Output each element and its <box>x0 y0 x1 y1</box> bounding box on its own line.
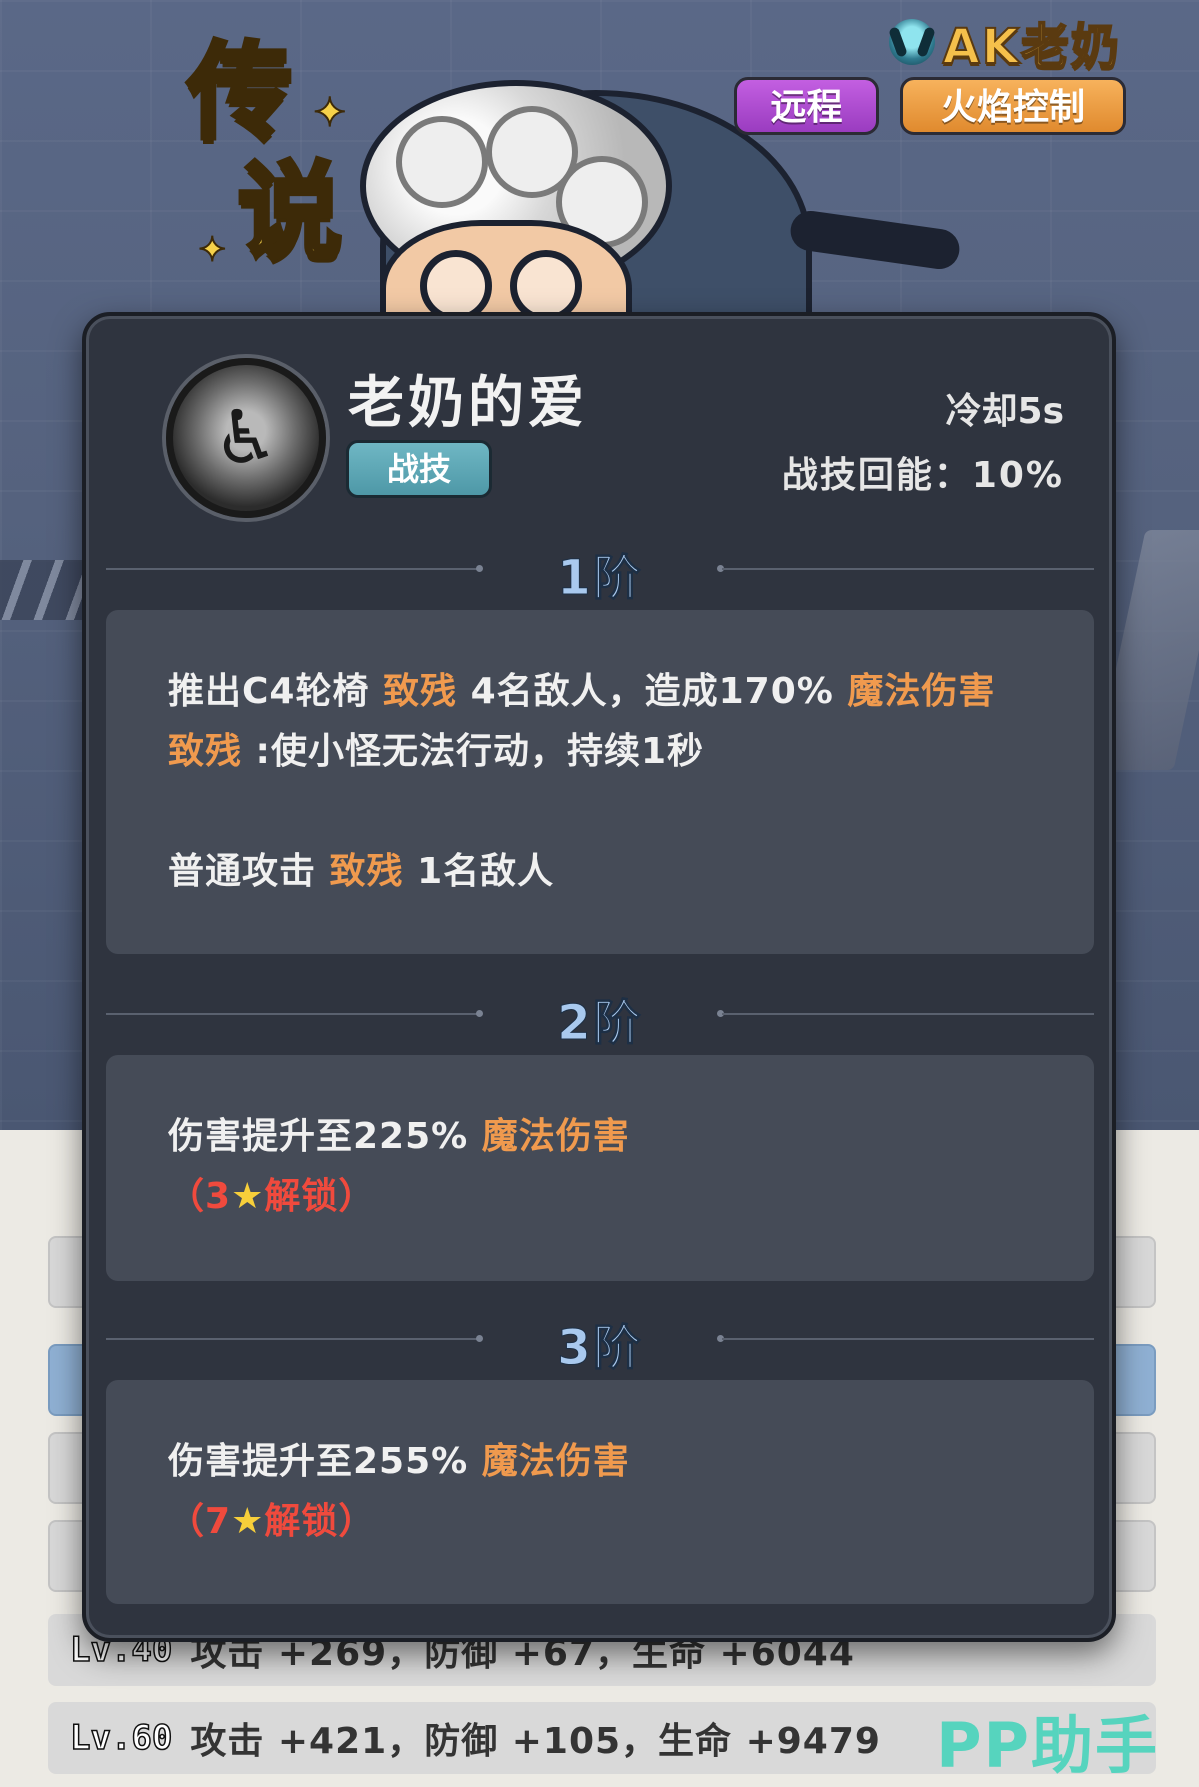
tier-box: 伤害提升至225% 魔法伤害 （3★解锁） <box>106 1055 1094 1281</box>
hero-header: AK老奶 <box>888 12 1121 76</box>
tier-box: 推出C4轮椅 致残 4名敌人，造成170% 魔法伤害 致残 :使小怪无法行动，持续… <box>106 610 1094 954</box>
tag-ranged: 远程 <box>734 77 879 135</box>
tier-description-line: 伤害提升至225% 魔法伤害 <box>168 1107 1032 1167</box>
text-segment: 伤害提升至255% <box>168 1441 482 1482</box>
unlock-requirement: （3 <box>168 1176 232 1217</box>
tier-description-line <box>168 782 1032 842</box>
tier-label: 1阶 <box>557 550 643 607</box>
hair-curl <box>396 116 488 208</box>
keyword-highlight: 致残 <box>168 731 243 772</box>
keyword-highlight: 致残 <box>383 671 458 712</box>
tier-description-line: 推出C4轮椅 致残 4名敌人，造成170% 魔法伤害 <box>168 662 1032 722</box>
level-label: Lv.60 <box>69 1717 173 1759</box>
skill-energy: 战技回能：10% <box>782 446 1064 498</box>
text-segment: :使小怪无法行动，持续1秒 <box>242 731 704 772</box>
keyword-highlight: 魔法伤害 <box>481 1441 630 1482</box>
skill-detail-popup[interactable]: ♿ 老奶的爱 战技 冷却5s 战技回能：10% 1阶 推出C4轮椅 致残 4名敌… <box>82 312 1116 1642</box>
unlock-requirement: 解锁） <box>264 1501 376 1542</box>
wheelchair-glyph: ♿ <box>212 395 280 481</box>
text-segment: 伤害提升至225% <box>168 1116 482 1157</box>
sparkle-icon: ✦ <box>312 89 347 137</box>
energy-value: 10% <box>971 455 1064 496</box>
level-stats: 攻击 +421，防御 +105，生命 +9479 <box>190 1721 881 1762</box>
star-icon: ★ <box>231 1176 265 1217</box>
energy-label: 战技回能： <box>781 455 972 496</box>
tier-description-line: 普通攻击 致残 1名敌人 <box>168 842 1032 902</box>
keyword-highlight: 魔法伤害 <box>847 671 996 712</box>
divider <box>722 568 1094 570</box>
skill-name: 老奶的爱 <box>348 371 588 436</box>
tier-header: 1阶 <box>106 538 1094 607</box>
skill-type-badge: 战技 <box>346 440 492 498</box>
tier-description-line: 伤害提升至255% 魔法伤害 <box>168 1432 1032 1492</box>
sparkle-icon: ✦ <box>197 229 227 271</box>
wheelchair-icon: ♿ <box>166 358 326 518</box>
text-segment: 4名敌人，造成170% <box>457 671 848 712</box>
star-icon: ★ <box>231 1501 265 1542</box>
rarity-char: 说 <box>235 151 344 273</box>
keyword-highlight: 致残 <box>329 851 404 892</box>
tag-fire-control: 火焰控制 <box>900 77 1126 135</box>
unlock-requirement: 解锁） <box>264 1176 376 1217</box>
tier-description-line: （7★解锁） <box>168 1492 1032 1552</box>
tier-label: 2阶 <box>557 995 643 1052</box>
hero-name: AK老奶 <box>942 18 1121 76</box>
rarity-badge: 传 说 ✦ ✦ <box>185 31 368 290</box>
text-segment: 1名敌人 <box>403 851 555 892</box>
text-segment: 推出C4轮椅 <box>168 671 384 712</box>
tier-header: 2阶 <box>106 983 1094 1052</box>
tier-box: 伤害提升至255% 魔法伤害 （7★解锁） <box>106 1380 1094 1604</box>
divider <box>722 1013 1094 1015</box>
class-emblem-icon <box>888 19 935 65</box>
text-segment: 普通攻击 <box>168 851 330 892</box>
keyword-highlight: 魔法伤害 <box>481 1116 630 1157</box>
tier-header: 3阶 <box>106 1308 1094 1377</box>
rarity-char: 传 <box>185 31 294 153</box>
tier-description-line: （3★解锁） <box>168 1167 1032 1227</box>
skill-cooldown: 冷却5s <box>945 391 1064 432</box>
watermark: PP助手 <box>936 1709 1159 1782</box>
wheelchair-handle <box>788 208 962 272</box>
unlock-requirement: （7 <box>168 1501 232 1542</box>
tier-label: 3阶 <box>557 1320 643 1377</box>
hero-portrait <box>340 60 980 402</box>
tier-description-line: 致残 :使小怪无法行动，持续1秒 <box>168 722 1032 782</box>
divider <box>722 1338 1094 1340</box>
